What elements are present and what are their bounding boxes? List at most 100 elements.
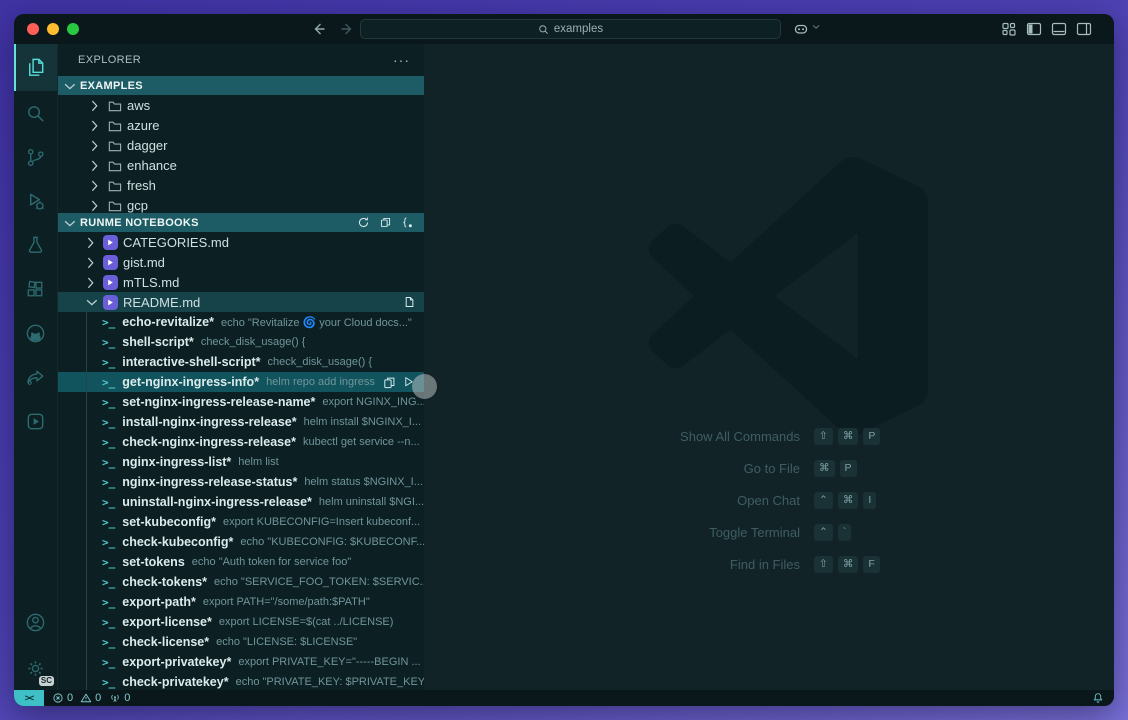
notebook-cell-row[interactable]: >_ get-nginx-ingress-info* helm repo add… xyxy=(58,372,424,392)
search-icon xyxy=(24,102,47,125)
more-actions-icon[interactable]: ··· xyxy=(393,52,410,68)
notebook-cell-row[interactable]: >_ check-nginx-ingress-release* kubectl … xyxy=(58,432,424,452)
shortcut-row: Show All Commands ⇧⌘P xyxy=(484,420,1044,452)
chevron-down-icon xyxy=(84,295,98,309)
problems-indicator[interactable]: 0 0 xyxy=(52,692,101,704)
cell-name: nginx-ingress-list* xyxy=(122,455,231,469)
notebook-cell-row[interactable]: >_ check-kubeconfig* echo "KUBECONFIG: $… xyxy=(58,532,424,552)
notebook-row[interactable]: mTLS.md xyxy=(58,272,424,292)
error-icon xyxy=(52,692,64,704)
settings-button[interactable]: SC xyxy=(14,646,57,690)
notebook-cell-row[interactable]: >_ check-privatekey* echo "PRIVATE_KEY: … xyxy=(58,672,424,690)
notebook-cell-row[interactable]: >_ check-license* echo "LICENSE: $LICENS… xyxy=(58,632,424,652)
navigate-back-icon[interactable] xyxy=(310,21,326,37)
notebook-play-icon xyxy=(103,295,118,310)
notebook-cell-row[interactable]: >_ check-tokens* echo "SERVICE_FOO_TOKEN… xyxy=(58,572,424,592)
notebook-cell-row[interactable]: >_ export-privatekey* export PRIVATE_KEY… xyxy=(58,652,424,672)
examples-folder-list: aws azure dagger enhance fresh gcp xyxy=(58,95,424,213)
section-examples[interactable]: EXAMPLES xyxy=(58,76,424,95)
copilot-menu[interactable] xyxy=(793,21,825,37)
shortcut-row: Open Chat ⌃⌘I xyxy=(484,484,1044,516)
watermark-shortcuts: Show All Commands ⇧⌘P Go to File ⌘P Open… xyxy=(484,420,1044,580)
vscode-logo-watermark xyxy=(648,156,928,436)
maximize-window-button[interactable] xyxy=(67,23,79,35)
braces-icon[interactable] xyxy=(401,216,414,229)
toggle-primary-sidebar-icon[interactable] xyxy=(1026,21,1042,37)
notebook-row[interactable]: gist.md xyxy=(58,252,424,272)
shortcut-row: Go to File ⌘P xyxy=(484,452,1044,484)
notebook-cell-row[interactable]: >_ set-kubeconfig* export KUBECONFIG=Ins… xyxy=(58,512,424,532)
activity-search[interactable] xyxy=(14,91,57,135)
chevron-right-icon xyxy=(88,138,102,152)
navigate-forward-icon[interactable] xyxy=(340,21,356,37)
terminal-icon: >_ xyxy=(102,396,115,409)
notebook-cell-row[interactable]: >_ interactive-shell-script* check_disk_… xyxy=(58,352,424,372)
cell-command-preview: export PATH="/some/path:$PATH" xyxy=(203,596,370,608)
shortcut-keys: ⇧⌘F xyxy=(814,556,880,573)
folder-row[interactable]: aws xyxy=(58,95,424,115)
keyboard-key: ` xyxy=(838,524,852,541)
minimize-window-button[interactable] xyxy=(47,23,59,35)
activity-github[interactable] xyxy=(14,311,57,355)
account-button[interactable] xyxy=(14,602,57,646)
folder-row[interactable]: gcp xyxy=(58,195,424,213)
notebook-play-icon xyxy=(103,235,118,250)
cell-list: >_ echo-revitalize* echo "Revitalize 🌀 y… xyxy=(58,312,424,690)
folder-row[interactable]: enhance xyxy=(58,155,424,175)
notebook-cell-row[interactable]: >_ shell-script* check_disk_usage() { xyxy=(58,332,424,352)
notebook-cell-row[interactable]: >_ export-path* export PATH="/some/path:… xyxy=(58,592,424,612)
notifications-bell[interactable] xyxy=(1092,692,1104,704)
keyboard-key: P xyxy=(863,428,880,445)
notebook-cell-row[interactable]: >_ export-license* export LICENSE=$(cat … xyxy=(58,612,424,632)
remote-indicator[interactable]: >< xyxy=(14,690,44,706)
cell-command-preview: echo "PRIVATE_KEY: $PRIVATE_KEY"... xyxy=(236,676,424,688)
copy-cell-icon[interactable] xyxy=(382,375,396,389)
notebook-cell-row[interactable]: >_ set-tokens echo "Auth token for servi… xyxy=(58,552,424,572)
folder-row[interactable]: azure xyxy=(58,115,424,135)
notebook-name: README.md xyxy=(123,295,200,310)
notebook-name: mTLS.md xyxy=(123,275,179,290)
notebook-cell-row[interactable]: >_ uninstall-nginx-ingress-release* helm… xyxy=(58,492,424,512)
activity-share[interactable] xyxy=(14,355,57,399)
copy-icon[interactable] xyxy=(379,216,392,229)
close-window-button[interactable] xyxy=(27,23,39,35)
cell-name: set-kubeconfig* xyxy=(122,515,216,529)
section-runme-notebooks[interactable]: RUNME NOTEBOOKS xyxy=(58,213,424,232)
cell-command-preview: export PRIVATE_KEY="-----BEGIN ... xyxy=(238,656,420,668)
cell-name: echo-revitalize* xyxy=(122,315,214,329)
toggle-secondary-sidebar-icon[interactable] xyxy=(1076,21,1092,37)
section-label: RUNME NOTEBOOKS xyxy=(80,217,199,229)
customize-layout-icon[interactable] xyxy=(1001,21,1017,37)
broadcast-indicator[interactable]: 0 xyxy=(109,692,130,704)
chevron-right-icon xyxy=(88,158,102,172)
cell-command-preview: echo "LICENSE: $LICENSE" xyxy=(216,636,357,648)
beaker-icon xyxy=(24,234,47,257)
broadcast-icon xyxy=(109,692,121,704)
notebook-cell-row[interactable]: >_ set-nginx-ingress-release-name* expor… xyxy=(58,392,424,412)
cell-name: install-nginx-ingress-release* xyxy=(122,415,296,429)
activity-run-debug[interactable] xyxy=(14,179,57,223)
folder-row[interactable]: fresh xyxy=(58,175,424,195)
notebook-cell-row[interactable]: >_ nginx-ingress-release-status* helm st… xyxy=(58,472,424,492)
command-center-search[interactable]: examples xyxy=(360,19,781,39)
cell-name: nginx-ingress-release-status* xyxy=(122,475,297,489)
keyboard-key: ⇧ xyxy=(814,428,833,445)
refresh-icon[interactable] xyxy=(357,216,370,229)
activity-runme[interactable] xyxy=(14,399,57,443)
notebook-row-readme[interactable]: README.md xyxy=(58,292,424,312)
notebook-row[interactable]: CATEGORIES.md xyxy=(58,232,424,252)
activity-extensions[interactable] xyxy=(14,267,57,311)
extensions-icon xyxy=(24,278,47,301)
activity-explorer[interactable] xyxy=(14,44,57,91)
open-notebook-icon[interactable] xyxy=(402,295,416,309)
notebook-cell-row[interactable]: >_ echo-revitalize* echo "Revitalize 🌀 y… xyxy=(58,312,424,332)
cell-name: check-license* xyxy=(122,635,209,649)
notebook-cell-row[interactable]: >_ install-nginx-ingress-release* helm i… xyxy=(58,412,424,432)
chevron-right-icon xyxy=(88,118,102,132)
toggle-panel-icon[interactable] xyxy=(1051,21,1067,37)
activity-testing[interactable] xyxy=(14,223,57,267)
activity-source-control[interactable] xyxy=(14,135,57,179)
notebook-cell-row[interactable]: >_ nginx-ingress-list* helm list xyxy=(58,452,424,472)
folder-name: azure xyxy=(127,118,160,133)
folder-row[interactable]: dagger xyxy=(58,135,424,155)
